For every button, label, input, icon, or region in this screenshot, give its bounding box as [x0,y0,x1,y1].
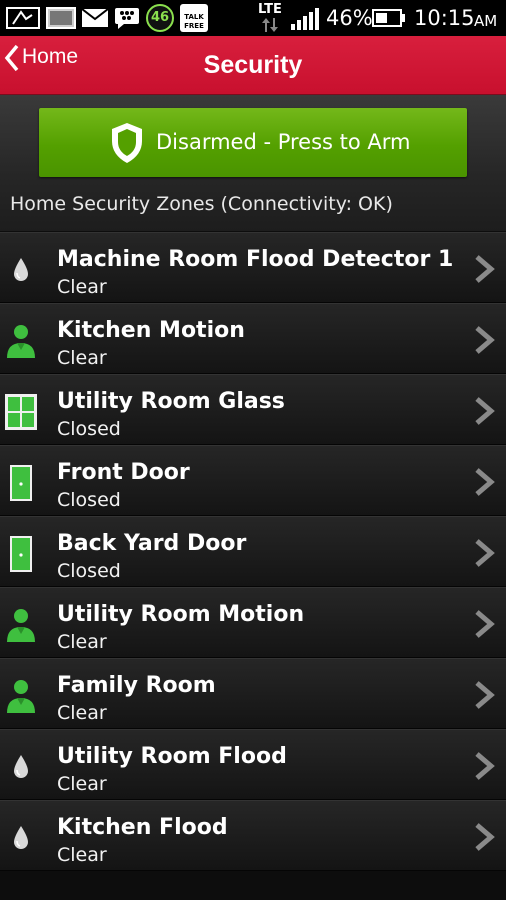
clock-time: 10:15 [414,6,475,30]
zone-row[interactable]: Kitchen Flood Clear [0,800,506,871]
gallery-icon [46,7,76,29]
arm-section: Disarmed - Press to Arm Home Security Zo… [0,95,506,231]
zone-row[interactable]: Utility Room Motion Clear [0,587,506,658]
zone-status: Clear [57,347,107,369]
zone-row[interactable]: Machine Room Flood Detector 1 Clear [0,232,506,303]
mail-icon [82,9,108,27]
motion-icon [7,680,35,713]
zone-name: Kitchen Flood [57,815,228,840]
zone-name: Back Yard Door [57,531,247,556]
flood-icon [14,258,28,281]
bbm-icon [115,8,139,29]
motion-icon [7,325,35,358]
chevron-right-icon [475,752,495,780]
screenshot-icon [6,7,40,29]
chevron-right-icon [475,681,495,709]
badge-icon: 46 [146,4,174,32]
zone-row[interactable]: Front Door Closed [0,445,506,516]
zone-name: Kitchen Motion [57,318,245,343]
flood-icon [14,755,28,778]
zone-status: Clear [57,276,107,298]
chevron-right-icon [475,539,495,567]
zone-status: Closed [57,560,121,582]
page-title: Security [203,51,303,79]
door-icon [10,465,32,501]
zone-row[interactable]: Utility Room Glass Closed [0,374,506,445]
zone-name: Utility Room Motion [57,602,305,627]
chevron-right-icon [475,397,495,425]
zone-status: Closed [57,489,121,511]
zone-name: Utility Room Flood [57,744,287,769]
data-arrows-icon [262,18,278,32]
network-type: LTE [258,2,282,17]
zone-name: Machine Room Flood Detector 1 [57,247,454,272]
arm-button[interactable]: Disarmed - Press to Arm [39,108,467,177]
battery-percent: 46% [326,6,373,30]
shield-icon [112,123,142,163]
zone-row[interactable]: Utility Room Flood Clear [0,729,506,800]
zone-row[interactable]: Kitchen Motion Clear [0,303,506,374]
zone-status: Clear [57,773,107,795]
status-bar: 46 TALK FREE LTE 46% 10:15 AM [0,0,506,36]
zone-list: Machine Room Flood Detector 1 Clear Kitc… [0,232,506,871]
chevron-right-icon [475,255,495,283]
clock-ampm: AM [474,12,498,30]
signal-icon [291,8,319,30]
zone-row[interactable]: Back Yard Door Closed [0,516,506,587]
zone-name: Utility Room Glass [57,389,285,414]
zone-status: Clear [57,844,107,866]
chevron-right-icon [475,610,495,638]
talk-free-icon: TALK FREE [180,4,208,32]
motion-icon [7,609,35,642]
app-header: Home Security [0,36,506,95]
zone-status: Clear [57,631,107,653]
chevron-right-icon [475,823,495,851]
zone-status: Closed [57,418,121,440]
zone-row[interactable]: Family Room Clear [0,658,506,729]
window-icon [5,394,37,430]
chevron-right-icon [475,326,495,354]
battery-icon [372,9,405,27]
flood-icon [14,826,28,849]
zone-name: Family Room [57,673,216,698]
arm-label: Disarmed - Press to Arm [156,130,411,154]
zone-name: Front Door [57,460,190,485]
zone-status: Clear [57,702,107,724]
door-icon [10,536,32,572]
zones-header: Home Security Zones (Connectivity: OK) [10,193,393,215]
chevron-right-icon [475,468,495,496]
